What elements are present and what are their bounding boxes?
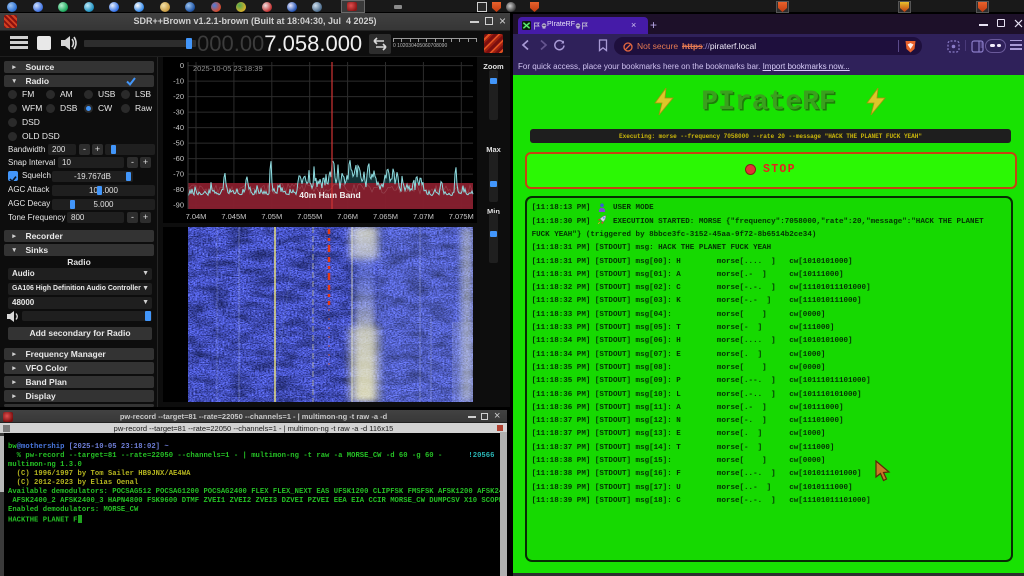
- svg-text:7.07M: 7.07M: [413, 212, 434, 221]
- svg-text:7.06M: 7.06M: [337, 212, 358, 221]
- svg-text:-60: -60: [173, 154, 184, 163]
- svg-text:-30: -30: [173, 108, 184, 117]
- svg-text:-20: -20: [173, 92, 184, 101]
- svg-text:-40: -40: [173, 123, 184, 132]
- svg-text:-10: -10: [173, 77, 184, 86]
- svg-text:0: 0: [180, 61, 184, 70]
- svg-text:7.075M: 7.075M: [449, 212, 474, 221]
- svg-text:7.05M: 7.05M: [261, 212, 282, 221]
- svg-text:-90: -90: [173, 201, 184, 210]
- svg-text:7.04M: 7.04M: [186, 212, 207, 221]
- svg-text:7.055M: 7.055M: [297, 212, 322, 221]
- svg-text:2025-10-05 23:18:39: 2025-10-05 23:18:39: [193, 64, 263, 73]
- svg-text:-50: -50: [173, 139, 184, 148]
- svg-text:40m Ham Band: 40m Ham Band: [299, 190, 360, 200]
- svg-text:-70: -70: [173, 170, 184, 179]
- svg-text:7.065M: 7.065M: [373, 212, 398, 221]
- svg-text:7.045M: 7.045M: [221, 212, 246, 221]
- svg-text:-80: -80: [173, 185, 184, 194]
